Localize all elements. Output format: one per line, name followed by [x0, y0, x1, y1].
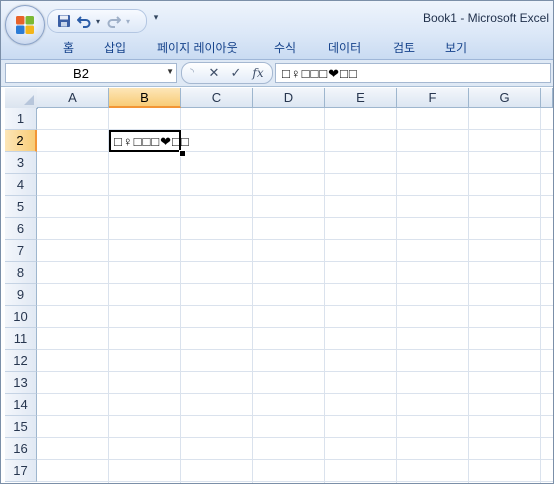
formula-input-value: □♀□□□❤□□ [282, 66, 358, 81]
excel-window: ▾ ▾ ▾ Book1 - Microsoft Excel 홈 삽입 페이지 레… [0, 0, 554, 484]
formula-controls: ◝ ✕ ✓ fx [181, 62, 273, 84]
window-title: Book1 - Microsoft Excel [422, 11, 549, 25]
tab-home[interactable]: 홈 [63, 39, 74, 56]
row-header-14[interactable]: 14 [5, 394, 37, 416]
quick-access-toolbar: ▾ ▾ [47, 9, 147, 33]
tab-formulas[interactable]: 수식 [274, 39, 296, 56]
redo-dropdown-icon[interactable]: ▾ [120, 13, 136, 29]
tab-page-layout[interactable]: 페이지 레이아웃 [157, 39, 238, 56]
office-button[interactable] [5, 5, 45, 45]
row-header-2[interactable]: 2 [5, 130, 37, 152]
tab-view[interactable]: 보기 [445, 39, 467, 56]
name-box[interactable]: B2 ▼ [5, 63, 177, 83]
tab-insert[interactable]: 삽입 [104, 39, 126, 56]
fill-handle[interactable] [179, 150, 186, 157]
select-all-triangle-icon [24, 95, 34, 105]
column-header-e[interactable]: E [325, 88, 397, 108]
row-header-7[interactable]: 7 [5, 240, 37, 262]
row-header-6[interactable]: 6 [5, 218, 37, 240]
title-bar: ▾ ▾ ▾ Book1 - Microsoft Excel [1, 1, 553, 35]
row-header-5[interactable]: 5 [5, 196, 37, 218]
collapse-handle-icon[interactable]: ◝ [184, 65, 200, 81]
ribbon-tab-bar: 홈 삽입 페이지 레이아웃 수식 데이터 검토 보기 [1, 35, 553, 60]
column-header-c[interactable]: C [181, 88, 253, 108]
row-header-13[interactable]: 13 [5, 372, 37, 394]
formula-input[interactable]: □♀□□□❤□□ [275, 63, 551, 83]
row-header-16[interactable]: 16 [5, 438, 37, 460]
name-box-dropdown-icon[interactable]: ▼ [166, 67, 174, 76]
tab-data[interactable]: 데이터 [328, 39, 361, 56]
worksheet-grid[interactable] [37, 108, 553, 483]
active-cell-b2[interactable]: □♀□□□❤□□ [109, 130, 189, 152]
column-header-f[interactable]: F [397, 88, 469, 108]
row-header-15[interactable]: 15 [5, 416, 37, 438]
row-header-4[interactable]: 4 [5, 174, 37, 196]
column-header-partial[interactable] [541, 88, 553, 108]
cancel-icon[interactable]: ✕ [206, 65, 222, 81]
row-header-12[interactable]: 12 [5, 350, 37, 372]
tab-review[interactable]: 검토 [393, 39, 415, 56]
row-header-3[interactable]: 3 [5, 152, 37, 174]
row-header-1[interactable]: 1 [5, 108, 37, 130]
office-logo-icon [16, 16, 34, 34]
cell-b2-value: □♀□□□❤□□ [114, 134, 190, 149]
row-header-11[interactable]: 11 [5, 328, 37, 350]
row-header-8[interactable]: 8 [5, 262, 37, 284]
select-all-button[interactable] [5, 88, 38, 109]
column-header-b[interactable]: B [109, 88, 181, 108]
undo-dropdown-icon[interactable]: ▾ [90, 13, 106, 29]
customize-toolbar-icon[interactable]: ▾ [151, 12, 161, 26]
insert-function-icon[interactable]: fx [250, 65, 266, 81]
enter-check-icon[interactable]: ✓ [228, 65, 244, 81]
column-header-d[interactable]: D [253, 88, 325, 108]
name-box-value: B2 [73, 66, 89, 81]
row-header-9[interactable]: 9 [5, 284, 37, 306]
save-icon[interactable] [56, 13, 72, 29]
row-header-10[interactable]: 10 [5, 306, 37, 328]
row-header-17[interactable]: 17 [5, 460, 37, 482]
formula-bar: B2 ▼ ◝ ✕ ✓ fx □♀□□□❤□□ [1, 60, 553, 87]
column-header-a[interactable]: A [37, 88, 109, 108]
column-header-g[interactable]: G [469, 88, 541, 108]
